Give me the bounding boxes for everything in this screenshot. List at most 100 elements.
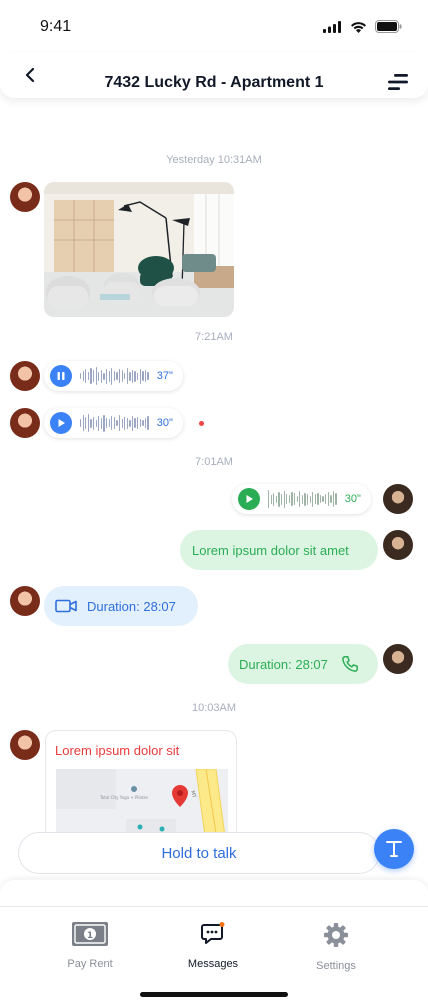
waveform-bar [291, 492, 293, 506]
waveform-bar [90, 418, 92, 428]
waveform-bar [335, 493, 337, 505]
waveform-bar [139, 419, 141, 427]
text-icon [386, 841, 402, 857]
gear-icon [324, 923, 348, 947]
waveform-bar [273, 492, 275, 506]
home-indicator [140, 992, 288, 997]
waveform-bar [296, 496, 298, 502]
image-message[interactable] [44, 182, 234, 317]
battery-icon [375, 20, 402, 33]
tab-messages[interactable]: Messages [163, 921, 263, 970]
avatar[interactable] [383, 530, 413, 560]
avatar[interactable] [383, 644, 413, 674]
text-message-sent[interactable]: Lorem ipsum dolor sit amet [180, 530, 378, 570]
banknote-icon: 1 [72, 922, 108, 946]
waveform-bar [312, 491, 314, 507]
waveform-bar [131, 415, 134, 431]
waveform-bar [124, 416, 126, 430]
waveform-bar [134, 418, 136, 428]
svg-text:1: 1 [87, 931, 93, 941]
waveform-bar [147, 372, 149, 380]
waveform-bar [283, 490, 285, 508]
page-title: 7432 Lucky Rd - Apartment 1 [104, 74, 324, 91]
waveform-bar [108, 419, 110, 427]
tab-label: Messages [187, 958, 239, 970]
waveform-bar [113, 371, 116, 381]
waveform-bar [103, 372, 105, 380]
tab-pay-rent[interactable]: 1 Pay Rent [40, 921, 140, 970]
avatar[interactable] [10, 408, 40, 438]
hold-to-talk-button[interactable]: Hold to talk [19, 833, 379, 873]
menu-button[interactable] [386, 72, 410, 92]
waveform-bar [327, 492, 329, 506]
waveform-bar [124, 373, 126, 379]
phone-icon [342, 656, 358, 672]
map-preview[interactable]: MT Total City Yoga + Pilates [56, 769, 228, 838]
waveform-bar [85, 369, 87, 383]
waveform-bar [129, 419, 131, 427]
voice-duration: 30" [156, 417, 173, 429]
avatar[interactable] [10, 361, 40, 391]
tab-label: Settings [316, 960, 356, 972]
play-icon [58, 419, 65, 427]
waveform-bar [108, 370, 110, 382]
call-duration: Duration: 28:07 [87, 598, 176, 614]
waveform [80, 366, 149, 386]
pause-button[interactable] [50, 365, 72, 387]
waveform-bar [280, 493, 283, 505]
waveform-bar [116, 372, 118, 380]
avatar[interactable] [10, 730, 40, 760]
waveform-bar [80, 419, 82, 427]
hold-to-talk-label: Hold to talk [161, 844, 237, 862]
waveform-bar [82, 415, 84, 431]
avatar[interactable] [10, 586, 40, 616]
text-input-toggle-button[interactable] [374, 829, 414, 869]
avatar[interactable] [10, 182, 40, 212]
waveform-bar [317, 493, 319, 505]
waveform [268, 489, 337, 509]
waveform-bar [90, 368, 92, 384]
menu-lines-icon [388, 74, 408, 90]
waveform-bar [332, 491, 335, 507]
waveform-bar [299, 491, 301, 507]
video-call-message[interactable]: Duration: 28:07 [44, 586, 198, 626]
waveform-bar [100, 417, 103, 429]
location-title: Lorem ipsum dolor sit [55, 743, 180, 758]
timestamp: 7:01AM [195, 456, 233, 468]
avatar[interactable] [383, 484, 413, 514]
waveform-bar [129, 371, 131, 381]
timestamp: 10:03AM [191, 702, 237, 714]
play-button[interactable] [238, 488, 260, 510]
voice-message[interactable]: 37" [44, 361, 183, 391]
waveform-bar [288, 495, 291, 503]
waveform-bar [137, 417, 139, 429]
conversation-header: 7432 Lucky Rd - Apartment 1 [0, 52, 428, 98]
call-duration: Duration: 28:07 [239, 656, 328, 672]
waveform-bar [293, 493, 296, 505]
voice-message-sent[interactable]: 30" [232, 484, 371, 514]
waveform-bar [286, 494, 288, 504]
voice-call-message[interactable]: Duration: 28:07 [228, 644, 378, 684]
wifi-icon [351, 21, 366, 33]
play-button[interactable] [50, 412, 72, 434]
voice-duration: 30" [344, 493, 361, 505]
map-place-label: Total City Yoga + Pilates [99, 795, 148, 800]
voice-message[interactable]: 30" [44, 408, 183, 438]
waveform-bar [85, 417, 87, 429]
waveform-bar [322, 496, 324, 502]
status-bar: 9:41 [0, 0, 428, 52]
status-time: 9:41 [40, 18, 72, 35]
tab-settings[interactable]: Settings [286, 921, 386, 972]
tab-label: Pay Rent [67, 958, 113, 970]
message-list[interactable]: Yesterday 10:31AM 7:21AM 37" 30" 7:01AM … [0, 98, 428, 838]
waveform-bar [100, 369, 103, 383]
waveform-bar [275, 495, 278, 503]
waveform-bar [126, 368, 128, 384]
waveform-bar [325, 494, 327, 504]
waveform-bar [121, 418, 123, 428]
location-message[interactable]: Lorem ipsum dolor sit MT Total City Yoga… [46, 731, 236, 838]
waveform-bar [82, 371, 84, 381]
waveform-bar [126, 417, 128, 429]
waveform-bar [270, 494, 272, 504]
chat-icon [201, 922, 225, 944]
